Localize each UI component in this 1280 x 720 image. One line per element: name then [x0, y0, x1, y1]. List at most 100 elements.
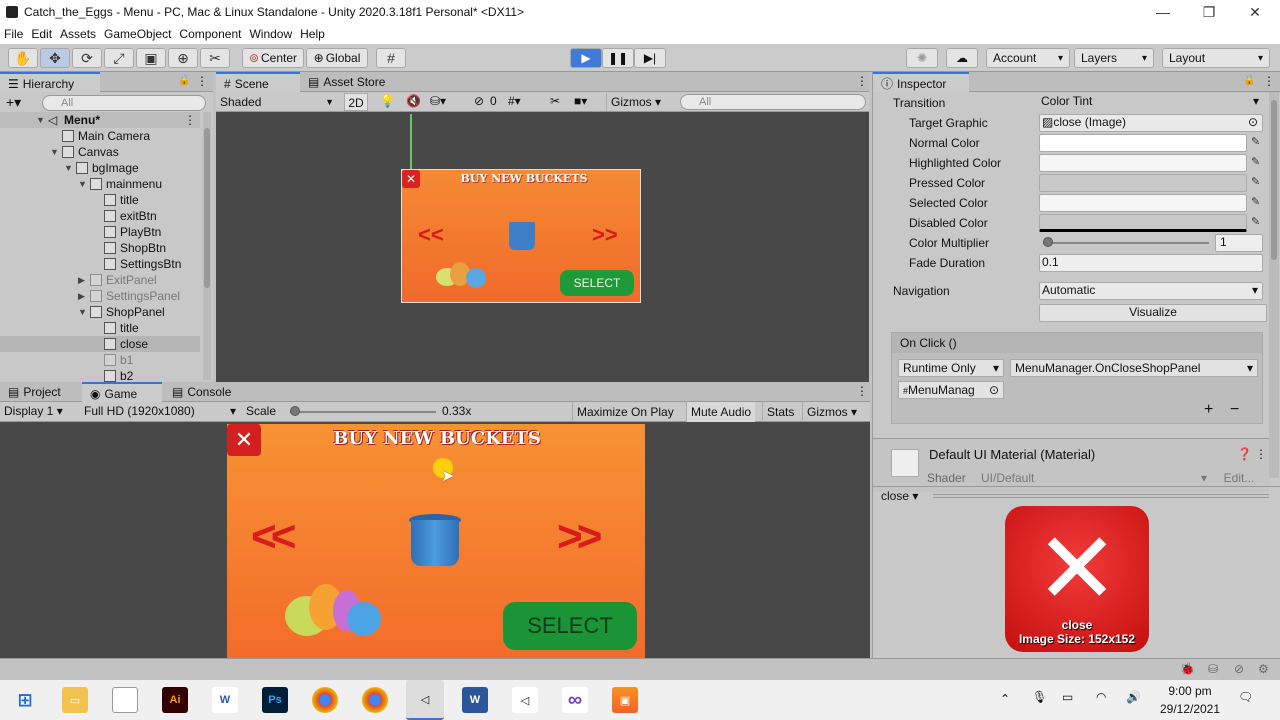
hierarchy-row[interactable]: ShopBtn — [0, 240, 200, 256]
close-button[interactable]: ✕ — [227, 424, 261, 456]
bug-icon[interactable]: 🐞 — [1180, 662, 1195, 676]
eyedropper-icon[interactable]: ✎ — [1251, 155, 1260, 168]
play-button[interactable]: ▶ — [570, 48, 602, 68]
tools-icon[interactable]: ✂ — [550, 94, 560, 108]
close-window-button[interactable]: ✕ — [1232, 0, 1278, 24]
tray-chevron-icon[interactable]: ⌃ — [1000, 692, 1010, 706]
shading-dropdown[interactable]: Shaded ▼ — [220, 94, 336, 110]
effects-icon[interactable]: ⛁▾ — [430, 94, 446, 108]
clock[interactable]: 9:00 pm 29/12/2021 — [1150, 684, 1230, 716]
help-icon[interactable]: ❓ — [1237, 447, 1252, 461]
target-graphic-field[interactable]: ▨close (Image) ⊙ — [1039, 114, 1263, 132]
menu-component[interactable]: Component — [175, 27, 245, 41]
grid-icon[interactable]: #▾ — [508, 94, 521, 108]
microphone-icon[interactable]: 🎙 — [1032, 690, 1047, 704]
pivot-center-button[interactable]: ⊚ Center — [242, 48, 304, 68]
hierarchy-row[interactable]: ▼ Canvas — [0, 144, 200, 160]
select-button[interactable]: SELECT — [503, 602, 637, 650]
hierarchy-row[interactable]: Main Camera — [0, 128, 200, 144]
hidden-objects-icon[interactable]: ⊘ — [474, 94, 484, 108]
inspector-scrollbar[interactable] — [1269, 92, 1279, 478]
selected-color-swatch[interactable] — [1039, 194, 1247, 212]
menu-file[interactable]: File — [0, 27, 27, 41]
transform-tool-icon[interactable]: ⊕ — [168, 48, 198, 68]
volume-icon[interactable]: 🔊 — [1126, 690, 1141, 704]
rotate-tool-icon[interactable]: ⟳ — [72, 48, 102, 68]
normal-color-swatch[interactable] — [1039, 134, 1247, 152]
tab-console[interactable]: ▤ Console — [164, 382, 248, 402]
visualize-button[interactable]: Visualize — [1039, 304, 1267, 322]
tab-inspector[interactable]: ⓘ Inspector — [873, 72, 969, 92]
hierarchy-search-input[interactable]: All — [42, 95, 206, 111]
hierarchy-row[interactable]: ▶ ExitPanel — [0, 272, 200, 288]
scale-slider[interactable] — [290, 406, 436, 416]
menu-help[interactable]: Help — [296, 27, 329, 41]
scene-shop-canvas[interactable]: ✕ BUY NEW BUCKETS << >> SELECT — [401, 169, 641, 303]
menu-assets[interactable]: Assets — [56, 27, 100, 41]
resolution-dropdown[interactable]: Full HD (1920x1080) ▾ — [84, 404, 238, 418]
audio-icon[interactable]: 🔇 — [406, 94, 421, 108]
tab-scene[interactable]: # Scene — [216, 72, 300, 92]
minimize-button[interactable]: — — [1140, 0, 1186, 24]
hierarchy-row[interactable]: exitBtn — [0, 208, 200, 224]
navigation-dropdown[interactable]: Automatic ▾ — [1039, 282, 1263, 300]
chrome-profile-icon[interactable] — [362, 687, 388, 713]
chrome-icon[interactable] — [312, 687, 338, 713]
wifi-icon[interactable]: ◠ — [1096, 690, 1106, 704]
hierarchy-row[interactable]: ▼ mainmenu — [0, 176, 200, 192]
battery-icon[interactable]: ▭ — [1062, 690, 1073, 704]
preview-dropdown[interactable]: close ▾ — [881, 489, 918, 503]
notepad-icon[interactable] — [112, 687, 138, 713]
add-event-button[interactable]: + — [1204, 401, 1213, 419]
account-dropdown[interactable]: Account — [986, 48, 1070, 68]
eyedropper-icon[interactable]: ✎ — [1251, 175, 1260, 188]
collab-icon[interactable]: ✺ — [906, 48, 938, 68]
eyedropper-icon[interactable]: ✎ — [1251, 215, 1260, 228]
grid-snap-icon[interactable]: # — [376, 48, 406, 68]
lock-icon[interactable]: 🔒 — [1243, 75, 1255, 86]
visual-studio-icon[interactable]: ∞ — [562, 687, 588, 713]
edit-shader-button[interactable]: Edit... — [1215, 469, 1263, 487]
hierarchy-row[interactable]: ▼ bgImage — [0, 160, 200, 176]
eyedropper-icon[interactable]: ✎ — [1251, 135, 1260, 148]
menu-dots-icon[interactable]: ⋮ — [1255, 447, 1267, 461]
scene-search-input[interactable]: All — [680, 94, 866, 110]
media-app-icon[interactable]: ▣ — [612, 687, 638, 713]
menu-dots-icon[interactable]: ⋮ — [1263, 74, 1275, 88]
scene-close-icon[interactable]: ✕ — [402, 170, 420, 188]
collab-status-icon[interactable]: ⚙ — [1258, 662, 1269, 676]
tab-asset-store[interactable]: ▤ Asset Store — [300, 72, 400, 92]
cache-icon[interactable]: ⛁ — [1208, 662, 1218, 676]
shader-dropdown[interactable]: UI/Default ▾ — [977, 469, 1211, 487]
tab-project[interactable]: ▤ Project — [0, 382, 80, 402]
previous-arrow-button[interactable]: << — [251, 512, 296, 562]
hierarchy-row[interactable]: PlayBtn — [0, 224, 200, 240]
maximize-button[interactable]: ❐ — [1186, 0, 1232, 24]
transition-dropdown[interactable]: Color Tint ▾ — [1039, 94, 1263, 112]
mute-audio-toggle[interactable]: Mute Audio — [686, 402, 756, 422]
rect-tool-icon[interactable]: ▣ — [136, 48, 166, 68]
runtime-dropdown[interactable]: Runtime Only ▾ — [898, 359, 1004, 377]
menu-dots-icon[interactable]: ⋮ — [196, 74, 208, 88]
next-arrow-button[interactable]: >> — [557, 512, 602, 562]
target-object-field[interactable]: #MenuManag ⊙ — [898, 381, 1004, 399]
unity-editor-icon[interactable]: ◁ — [406, 680, 444, 720]
menu-dots-icon[interactable]: ⋮ — [856, 384, 868, 398]
pressed-color-swatch[interactable] — [1039, 174, 1247, 192]
hierarchy-row-selected[interactable]: close — [0, 336, 200, 352]
word-icon[interactable]: W — [462, 687, 488, 713]
lighting-icon[interactable]: 💡 — [380, 94, 395, 108]
hierarchy-row[interactable]: title — [0, 320, 200, 336]
progress-icon[interactable]: ⊘ — [1234, 662, 1244, 676]
illustrator-icon[interactable]: Ai — [162, 687, 188, 713]
wordpad-icon[interactable]: W — [212, 687, 238, 713]
move-tool-icon[interactable]: ✥ — [40, 48, 70, 68]
pause-button[interactable]: ❚❚ — [602, 48, 634, 68]
eyedropper-icon[interactable]: ✎ — [1251, 195, 1260, 208]
windows-start-icon[interactable]: ⊞ — [12, 687, 38, 713]
hierarchy-row[interactable]: title — [0, 192, 200, 208]
pivot-global-button[interactable]: ⊕ Global — [306, 48, 368, 68]
photoshop-icon[interactable]: Ps — [262, 687, 288, 713]
menu-edit[interactable]: Edit — [27, 27, 56, 41]
stats-toggle[interactable]: Stats — [762, 402, 798, 422]
